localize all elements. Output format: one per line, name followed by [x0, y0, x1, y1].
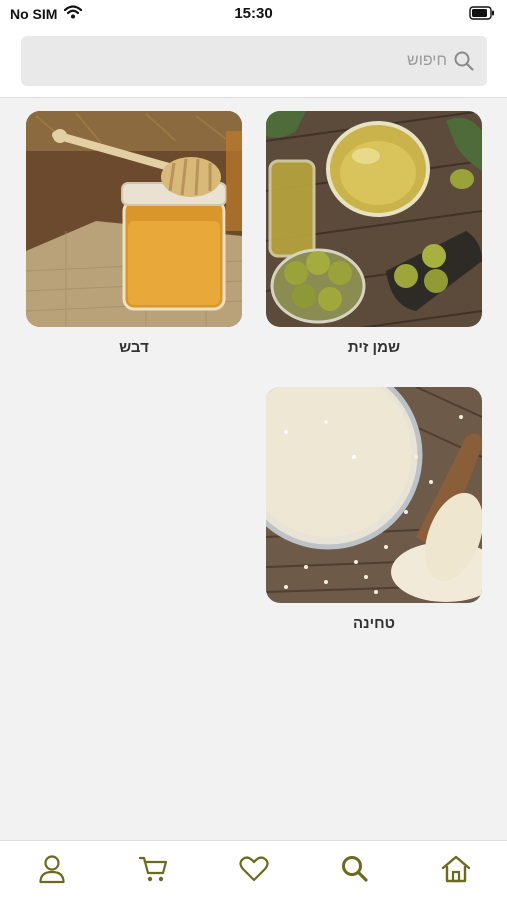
- tahini-image[interactable]: [266, 387, 482, 603]
- search-icon: [340, 854, 370, 889]
- heart-icon: [239, 855, 269, 888]
- search-box[interactable]: [21, 36, 487, 86]
- tab-search[interactable]: [335, 853, 375, 889]
- cart-icon: [138, 855, 168, 888]
- category-card-tahini[interactable]: טחינה: [266, 387, 482, 632]
- category-label-honey[interactable]: דבש: [26, 339, 242, 356]
- clock: 15:30: [234, 5, 273, 22]
- search-icon: [453, 50, 475, 77]
- battery-icon: [469, 6, 495, 25]
- tab-favorites[interactable]: [234, 853, 274, 889]
- home-icon: [440, 854, 472, 889]
- tab-cart[interactable]: [133, 853, 173, 889]
- category-label-olive-oil[interactable]: שמן זית: [266, 339, 482, 356]
- category-card-olive-oil[interactable]: שמן זית: [266, 111, 482, 356]
- profile-icon: [38, 854, 66, 889]
- category-card-honey[interactable]: דבש: [26, 111, 242, 356]
- olive-oil-image[interactable]: [266, 111, 482, 327]
- search-header: [0, 28, 507, 98]
- honey-image[interactable]: [26, 111, 242, 327]
- category-label-tahini[interactable]: טחינה: [266, 615, 482, 632]
- tab-home[interactable]: [436, 853, 476, 889]
- search-input[interactable]: [47, 36, 447, 86]
- tab-profile[interactable]: [32, 853, 72, 889]
- status-bar: No SIM 15:30: [0, 0, 507, 28]
- tab-bar: [0, 840, 507, 900]
